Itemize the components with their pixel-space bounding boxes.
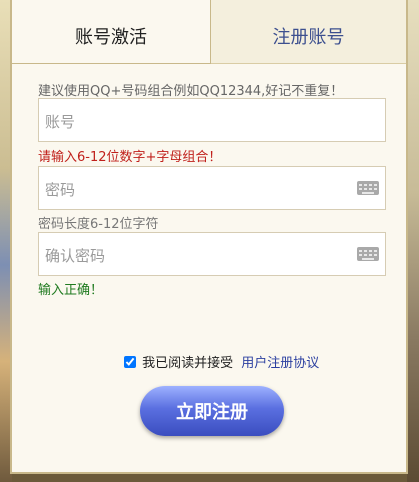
password-input[interactable]: 密码 — [38, 166, 386, 210]
register-panel: 账号激活 注册账号 建议使用QQ+号码组合例如QQ12344,好记不重复！ 账号… — [10, 0, 408, 474]
account-placeholder: 账号 — [45, 113, 76, 131]
account-input[interactable]: 账号 — [38, 98, 386, 142]
tab-bar: 账号激活 注册账号 — [12, 0, 406, 64]
background-right — [407, 0, 419, 482]
password-length-hint: 密码长度6-12位字符 — [38, 217, 159, 232]
tab-account-activate[interactable]: 账号激活 — [12, 0, 211, 64]
confirm-password-placeholder: 确认密码 — [45, 247, 106, 265]
agree-checkbox[interactable] — [124, 356, 136, 368]
confirm-password-ok-message: 输入正确！ — [38, 283, 104, 298]
tab-register-account[interactable]: 注册账号 — [211, 0, 406, 64]
user-agreement-link[interactable]: 用户注册协议 — [241, 356, 319, 371]
keyboard-icon[interactable] — [357, 181, 379, 195]
account-suggestion-hint: 建议使用QQ+号码组合例如QQ12344,好记不重复！ — [38, 84, 344, 99]
password-placeholder: 密码 — [45, 181, 76, 199]
agree-text: 我已阅读并接受 — [142, 356, 234, 371]
register-button[interactable]: 立即注册 — [140, 386, 284, 436]
agreement-row: 我已阅读并接受 用户注册协议 — [124, 352, 319, 371]
confirm-password-input[interactable]: 确认密码 — [38, 232, 386, 276]
keyboard-icon[interactable] — [357, 247, 379, 261]
account-error-message: 请输入6-12位数字+字母组合！ — [38, 150, 222, 165]
